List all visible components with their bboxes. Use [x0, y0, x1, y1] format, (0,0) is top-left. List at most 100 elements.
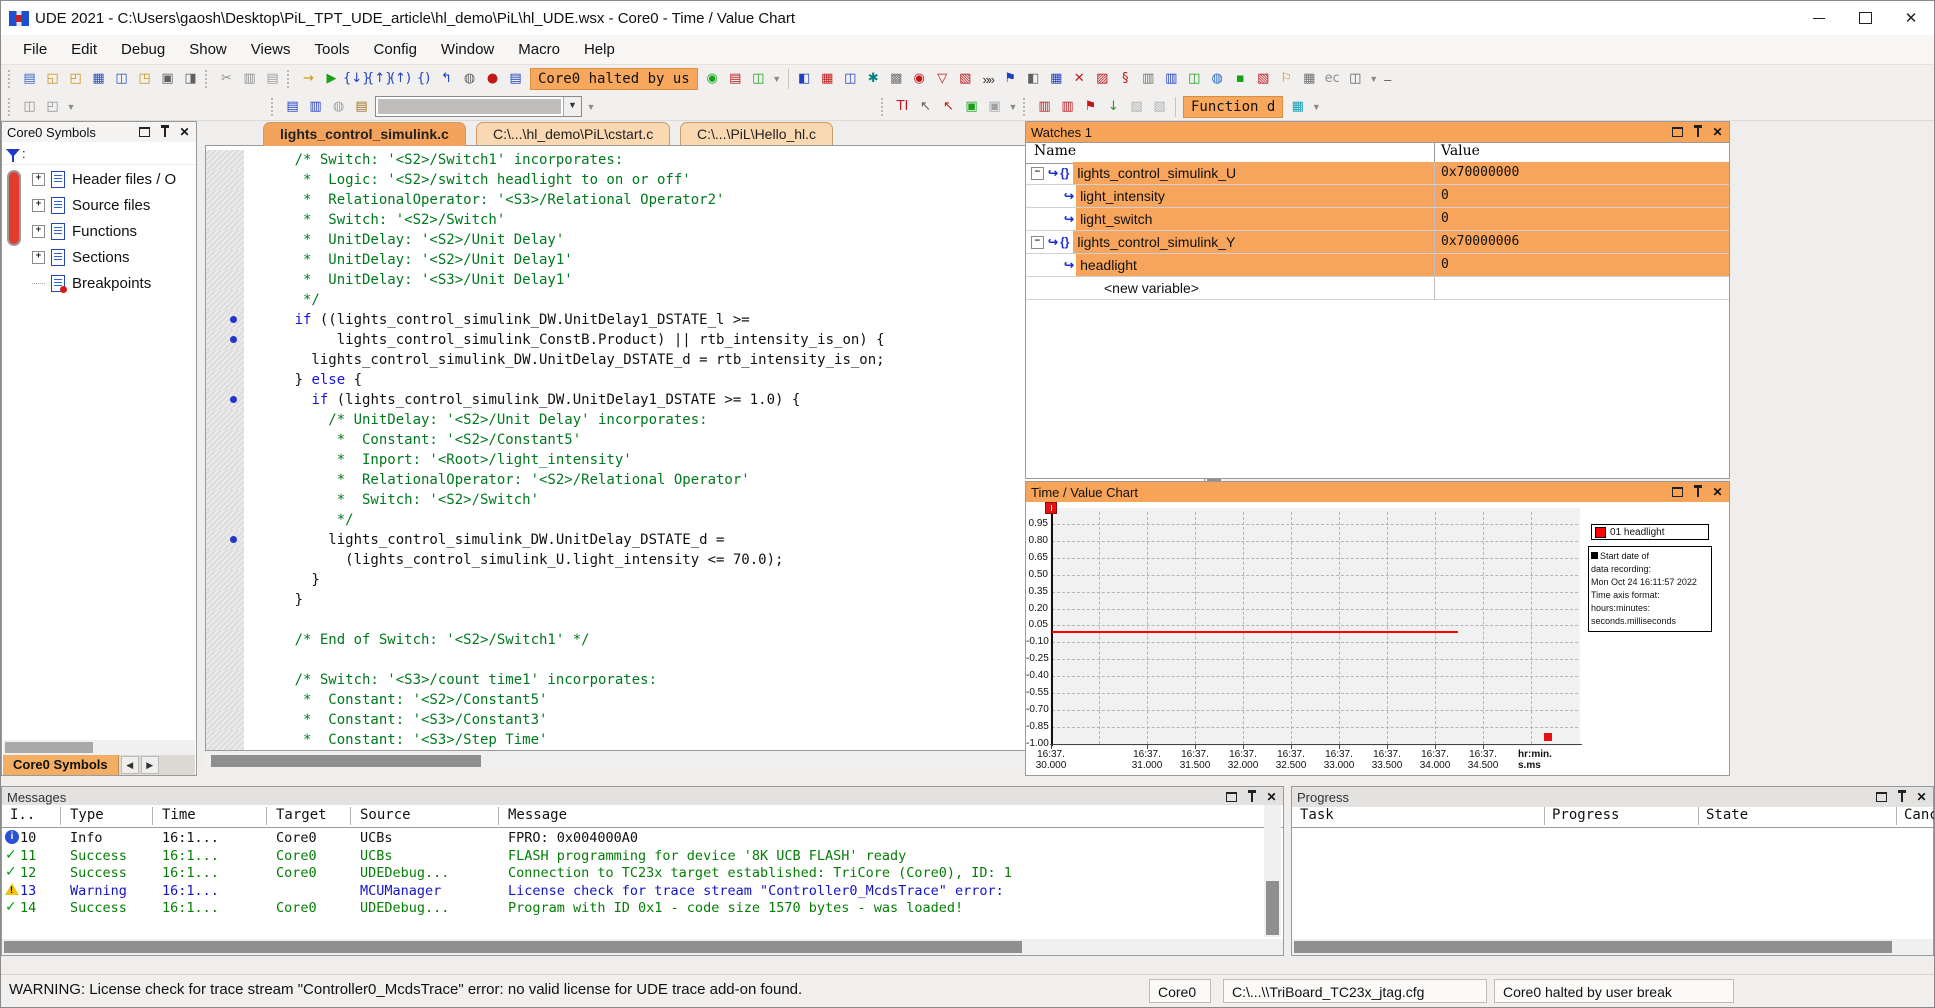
code-gutter[interactable]: [206, 330, 244, 350]
run-to-cursor-icon[interactable]: ↰: [435, 68, 458, 90]
toolbar-overflow-icon[interactable]: ▼: [584, 102, 598, 112]
panel-close-icon[interactable]: ✕: [1711, 126, 1724, 139]
open-file-icon[interactable]: ◱: [41, 68, 64, 90]
code-gutter[interactable]: [206, 190, 244, 210]
memory-delete-icon[interactable]: ✕: [1068, 68, 1091, 90]
symbols-hscrollbar[interactable]: [3, 740, 195, 755]
sidebar-item-sections[interactable]: +Sections: [2, 244, 196, 270]
toolbar-grip[interactable]: [8, 98, 15, 116]
sidebar-item-source-files[interactable]: +Source files: [2, 192, 196, 218]
code-gutter[interactable]: [206, 670, 244, 690]
tab-core0-symbols[interactable]: Core0 Symbols: [3, 755, 119, 775]
erase-flash-icon[interactable]: ▽: [931, 68, 954, 90]
sidebar-item-functions[interactable]: +Functions: [2, 218, 196, 244]
expand-icon[interactable]: +: [32, 251, 45, 264]
menu-macro[interactable]: Macro: [506, 35, 572, 65]
open-workspace-icon[interactable]: ◰: [64, 68, 87, 90]
toolbar-grip[interactable]: [8, 70, 15, 88]
run-icon[interactable]: ▶: [320, 68, 343, 90]
column-separator[interactable]: [1896, 807, 1897, 825]
paste-icon[interactable]: ▤: [261, 68, 284, 90]
watch-row[interactable]: −↪{}lights_control_simulink_Y0x70000006: [1026, 231, 1729, 254]
toolbar-grip[interactable]: [287, 70, 294, 88]
code-gutter[interactable]: [206, 270, 244, 290]
record-icon[interactable]: ◉: [908, 68, 931, 90]
code-gutter[interactable]: [206, 650, 244, 670]
messages-vscrollbar[interactable]: [1264, 805, 1281, 937]
code-gutter[interactable]: [206, 490, 244, 510]
new-file-icon[interactable]: ▤: [18, 68, 41, 90]
watch-row[interactable]: −↪{}lights_control_simulink_U0x70000000: [1026, 162, 1729, 185]
scrollbar-thumb[interactable]: [1294, 941, 1892, 953]
flag-icon[interactable]: ⚑: [999, 68, 1022, 90]
toolbar-grip[interactable]: [881, 98, 888, 116]
code-gutter[interactable]: [206, 150, 244, 170]
chip-icon[interactable]: ▦: [816, 68, 839, 90]
code-gutter[interactable]: [206, 250, 244, 270]
expand-icon[interactable]: +: [32, 225, 45, 238]
export-icon[interactable]: ◨: [179, 68, 202, 90]
print-icon[interactable]: ▣: [156, 68, 179, 90]
monitor-icon[interactable]: ◫: [1183, 68, 1206, 90]
combobox-dropdown-icon[interactable]: ▼: [563, 97, 581, 116]
go-icon[interactable]: →: [297, 68, 320, 90]
ec-icon[interactable]: ec: [1321, 68, 1344, 90]
toolbar-grip[interactable]: [205, 70, 212, 88]
step-out-icon[interactable]: (↑): [389, 68, 412, 90]
sidebar-item-header-files-o[interactable]: +Header files / O: [2, 166, 196, 192]
code-gutter[interactable]: [206, 730, 244, 750]
add-trace2-icon[interactable]: ▥: [304, 96, 327, 118]
message-row[interactable]: i10Info16:1...Core0UCBsFPRO: 0x004000A0: [2, 829, 1283, 847]
menu-window[interactable]: Window: [429, 35, 506, 65]
menu-help[interactable]: Help: [572, 35, 627, 65]
remove-program-icon[interactable]: ▤: [724, 68, 747, 90]
save-all-icon[interactable]: ◫: [110, 68, 133, 90]
panel-close-icon[interactable]: ✕: [1915, 791, 1928, 804]
toolbar-overflow-icon[interactable]: ▼: [1309, 102, 1323, 112]
breakpoint-list-icon[interactable]: ▥: [1033, 96, 1056, 118]
toolbar-overflow-icon[interactable]: ▼: [1006, 102, 1020, 112]
panel-pin-icon[interactable]: [1691, 486, 1704, 499]
scrollbar-thumb[interactable]: [1266, 881, 1279, 935]
column-header-task[interactable]: Task: [1300, 807, 1334, 823]
menu-show[interactable]: Show: [177, 35, 239, 65]
menu-edit[interactable]: Edit: [59, 35, 109, 65]
scrollbar-thumb[interactable]: [4, 941, 1022, 953]
code-gutter[interactable]: [206, 430, 244, 450]
column-separator[interactable]: [498, 807, 499, 825]
panel-pin-icon[interactable]: [1245, 791, 1258, 804]
toolbar-combobox[interactable]: ▼: [375, 96, 582, 117]
column-header-state[interactable]: State: [1706, 807, 1748, 823]
message-row[interactable]: ✓12Success16:1...Core0UDEDebug...Connect…: [2, 864, 1283, 882]
code-gutter[interactable]: [206, 550, 244, 570]
panel-restore-icon[interactable]: [1671, 126, 1684, 139]
column-header-i[interactable]: I..: [10, 807, 35, 823]
watch-window-icon[interactable]: ▥: [1160, 68, 1183, 90]
panel-restore-icon[interactable]: [1875, 791, 1888, 804]
registers-icon[interactable]: ◧: [1022, 68, 1045, 90]
grid-window-icon[interactable]: ▦: [1298, 68, 1321, 90]
tab-scroll-left-icon[interactable]: ◀: [121, 756, 139, 774]
trace-chart-icon[interactable]: ▧: [954, 68, 977, 90]
sfr-icon[interactable]: ▨: [1091, 68, 1114, 90]
menu-views[interactable]: Views: [239, 35, 303, 65]
message-row[interactable]: 13Warning16:1...MCUManagerLicense check …: [2, 882, 1283, 900]
code-gutter[interactable]: [206, 310, 244, 330]
toolbar-grip[interactable]: [271, 98, 278, 116]
copy-icon[interactable]: ▥: [238, 68, 261, 90]
stack-window-icon[interactable]: ◫: [1344, 68, 1367, 90]
menu-debug[interactable]: Debug: [109, 35, 177, 65]
bar-chart-icon[interactable]: ▪: [1229, 68, 1252, 90]
globe-icon[interactable]: ◍: [1206, 68, 1229, 90]
tab-lights-control-simulink[interactable]: lights_control_simulink.c: [263, 122, 466, 146]
layout-icon[interactable]: ◰: [41, 96, 64, 118]
folder-up-icon[interactable]: ◳: [133, 68, 156, 90]
panel-restore-icon[interactable]: [138, 126, 151, 139]
restart-icon[interactable]: ◍: [458, 68, 481, 90]
code-gutter[interactable]: [206, 370, 244, 390]
code-gutter[interactable]: [206, 590, 244, 610]
code-gutter[interactable]: [206, 610, 244, 630]
column-separator[interactable]: [1544, 807, 1545, 825]
probe-delete-icon[interactable]: ↖: [937, 96, 960, 118]
watch-value[interactable]: 0: [1434, 185, 1729, 207]
